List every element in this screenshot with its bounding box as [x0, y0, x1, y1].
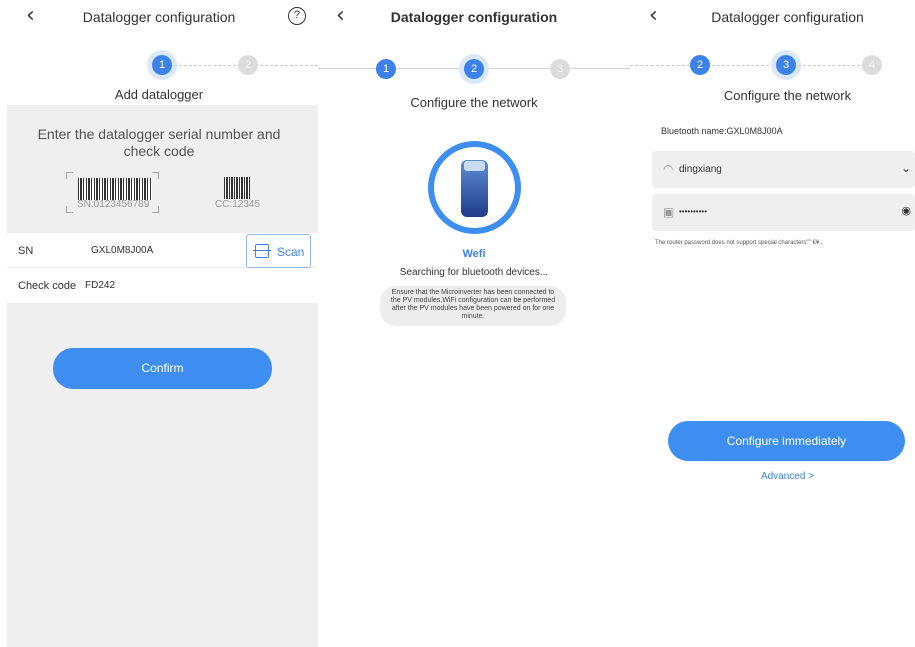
cc-barcode-image	[224, 177, 250, 199]
sn-barcode-image	[78, 178, 152, 200]
step-3: 3	[550, 59, 570, 79]
header: ‹ Datalogger configuration	[630, 0, 915, 34]
bluetooth-name: Bluetooth name:GXL0M8J00A	[661, 126, 783, 136]
step-connector	[798, 65, 860, 66]
frame-corner	[66, 206, 73, 213]
instruction-text: Enter the datalogger serial number and c…	[37, 126, 281, 159]
sn-label: SN	[18, 245, 34, 257]
help-circle-icon[interactable]: ?	[288, 7, 306, 25]
frame-corner	[66, 172, 73, 179]
device-connector	[464, 161, 485, 171]
wifi-name: dingxiang	[679, 164, 722, 175]
scan-button[interactable]: Scan	[246, 234, 311, 268]
header: ‹ Datalogger configuration	[318, 0, 630, 34]
step-2-active: 2	[464, 59, 484, 79]
step-4: 4	[862, 55, 882, 75]
step-connector	[260, 65, 318, 66]
frame-corner	[152, 206, 159, 213]
cc-example-label: CC:12345	[215, 199, 261, 210]
step-connector	[712, 65, 774, 66]
step-subtitle: Add datalogger	[114, 87, 204, 102]
sn-input[interactable]: GXL0M8J00A	[91, 245, 153, 256]
password-field[interactable]: ▣ •••••••••• ◉	[652, 194, 915, 231]
step-connector	[174, 65, 236, 66]
device-name: Wefi	[462, 248, 486, 260]
wifi-icon: ◠	[663, 162, 674, 176]
password-input[interactable]: ••••••••••	[679, 207, 707, 216]
step-subtitle: Configure the network	[723, 88, 852, 103]
step-2-done: 2	[690, 55, 710, 75]
configure-network-screen: ‹ Datalogger configuration 2 3 4 Configu…	[630, 0, 915, 647]
configure-immediately-button[interactable]: Configure immediately	[668, 421, 905, 461]
search-status: Searching for bluetooth devices...	[399, 267, 549, 278]
check-code-input[interactable]: FD242	[85, 280, 115, 291]
instruction-area	[7, 105, 318, 233]
step-2: 2	[238, 55, 258, 75]
header: ‹ Datalogger configuration ?	[0, 0, 318, 34]
step-1-active: 1	[152, 55, 172, 75]
page-title: Datalogger configuration	[82, 9, 236, 25]
sn-example-label: SN:0123456789	[77, 199, 150, 210]
add-datalogger-screen: ‹ Datalogger configuration ? 1 2 Add dat…	[0, 0, 318, 647]
step-1-done: 1	[376, 59, 396, 79]
step-3-active: 3	[776, 55, 796, 75]
eye-icon[interactable]: ◉	[901, 204, 911, 217]
scan-icon	[253, 244, 271, 258]
searching-device-screen: ‹ Datalogger configuration 1 2 3 Configu…	[318, 0, 630, 647]
page-title: Datalogger configuration	[390, 9, 558, 25]
frame-corner	[152, 172, 159, 179]
scan-label: Scan	[277, 245, 305, 259]
chevron-down-icon[interactable]: ⌄	[901, 161, 911, 175]
page-title: Datalogger configuration	[711, 9, 864, 25]
step-subtitle: Configure the network	[410, 95, 538, 110]
connection-note: Ensure that the Microinverter has been c…	[380, 286, 566, 326]
check-code-row: Check code FD242	[7, 269, 318, 303]
step-connector	[630, 65, 690, 66]
advanced-link[interactable]: Advanced >	[660, 471, 915, 482]
back-arrow-icon[interactable]: ‹	[649, 4, 658, 28]
check-code-label: Check code	[18, 280, 77, 292]
confirm-button[interactable]: Confirm	[53, 348, 272, 389]
wifi-select[interactable]: ◠ dingxiang ⌄	[652, 151, 915, 188]
password-note: The router password does not support spe…	[655, 240, 823, 246]
lock-icon: ▣	[663, 205, 675, 219]
